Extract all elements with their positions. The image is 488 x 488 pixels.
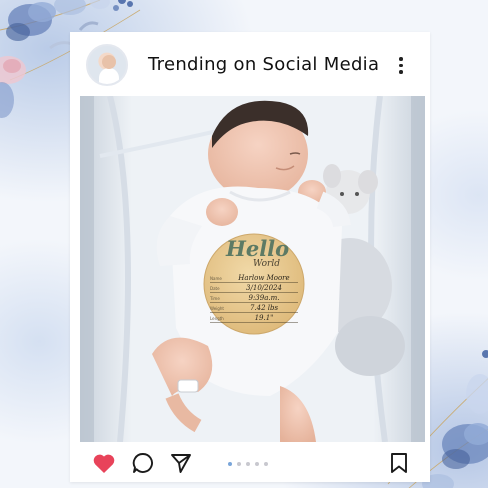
carousel-dot[interactable] [255,462,259,466]
sign-row-value: 19.1" [254,314,274,322]
sign-world-text: World [253,259,280,269]
sign-row-weight: Weight 7.42 lbs [210,304,298,313]
sign-row-value: 9:39a.m. [248,294,280,302]
carousel-dot[interactable] [264,462,268,466]
sign-hello-text: Hello [226,236,290,261]
comment-icon[interactable] [132,452,154,474]
sign-row-date: Date 3/10/2024 [210,284,298,293]
sign-row-label: Length [210,316,224,321]
carousel-dot-active[interactable] [228,462,232,466]
avatar-baby-head [102,55,116,69]
heart-icon[interactable] [92,452,116,474]
sign-row-value: 3/10/2024 [246,284,282,292]
sign-row-length: Length 19.1" [210,314,298,323]
sign-row-value: Harlow Moore [238,274,290,282]
carousel-dot[interactable] [246,462,250,466]
sign-row-value: 7.42 lbs [249,304,279,312]
newborn-illustration [80,96,425,442]
avatar-baby-body [99,68,119,84]
send-icon[interactable] [170,452,192,474]
avatar[interactable] [86,44,128,86]
username[interactable]: Trending on Social Media [148,54,379,75]
social-media-post: Trending on Social Media Hello World Nam… [70,32,430,482]
sign-row-label: Time [210,296,220,301]
sign-row-time: Time 9:39a.m. [210,294,298,303]
sign-row-name: Name Harlow Moore [210,274,298,283]
post-photo[interactable]: Hello World Name Harlow Moore Date 3/10/… [80,96,425,442]
sign-row-label: Weight [210,306,224,311]
carousel-indicator [228,462,268,468]
more-vertical-icon[interactable] [396,57,406,77]
sign-row-label: Name [210,276,222,281]
post-action-bar [70,444,430,482]
post-header: Trending on Social Media [70,32,430,96]
bookmark-icon[interactable] [390,452,408,474]
carousel-dot[interactable] [237,462,241,466]
sign-row-label: Date [210,286,220,291]
